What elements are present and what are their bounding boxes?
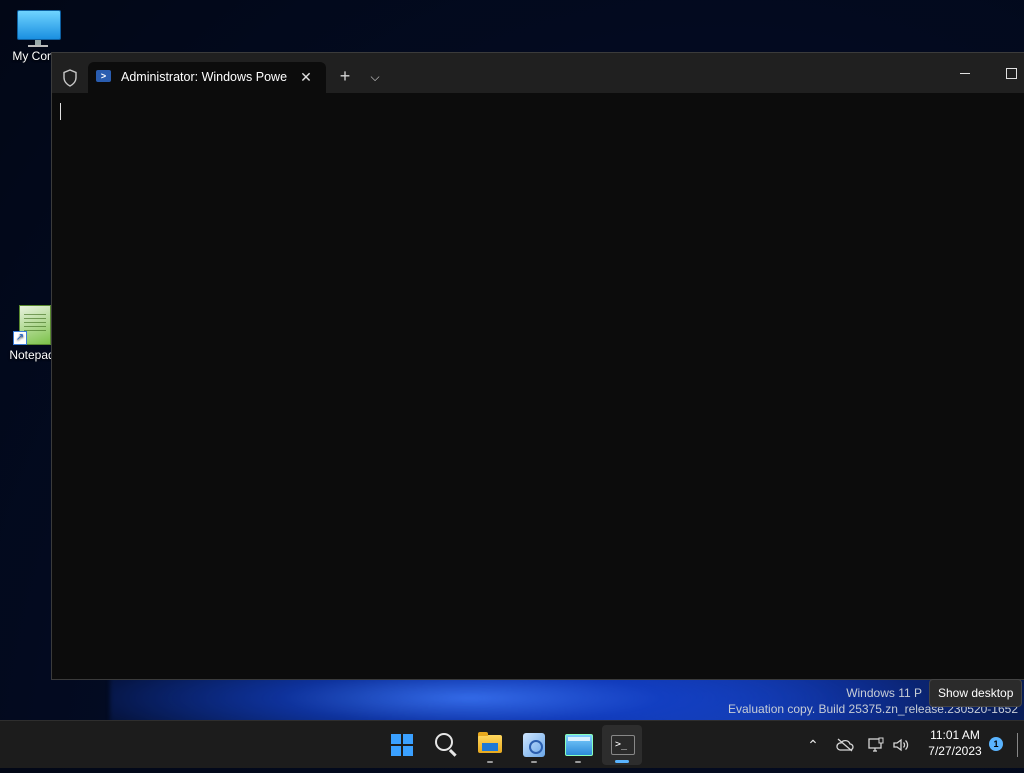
powershell-icon: > — [96, 70, 111, 82]
clock-date: 7/27/2023 — [928, 744, 982, 758]
volume-icon[interactable] — [891, 721, 911, 769]
folder-icon — [478, 732, 502, 753]
taskbar: >_ ⌃ 11:01 AM 7/27/2023 1 — [0, 720, 1024, 768]
search-icon — [435, 733, 453, 751]
notepad-icon: ↗ — [13, 305, 51, 345]
monitor-icon — [17, 10, 61, 47]
start-button[interactable] — [382, 725, 422, 765]
show-desktop-button[interactable] — [1017, 733, 1018, 757]
shortcut-arrow-icon: ↗ — [13, 331, 27, 345]
clock-time: 11:01 AM — [930, 728, 980, 742]
terminal-window[interactable]: > Administrator: Windows Powe ✕ + ⌵ — [51, 52, 1024, 680]
windows-logo-icon — [391, 734, 413, 756]
show-hidden-icons-button[interactable]: ⌃ — [803, 721, 823, 769]
title-bar[interactable]: > Administrator: Windows Powe ✕ + ⌵ — [52, 53, 1024, 93]
new-tab-button[interactable]: + — [335, 66, 355, 86]
control-panel-button[interactable] — [514, 725, 554, 765]
tab-title: Administrator: Windows Powe — [121, 70, 287, 84]
shield-icon — [62, 69, 78, 87]
tab-close-button[interactable]: ✕ — [296, 68, 316, 86]
running-indicator — [487, 761, 493, 763]
running-indicator — [575, 761, 581, 763]
terminal-icon: >_ — [611, 735, 635, 755]
maximize-button[interactable] — [996, 61, 1024, 85]
clock[interactable]: 11:01 AM 7/27/2023 — [918, 727, 992, 759]
search-button[interactable] — [426, 725, 466, 765]
active-indicator — [615, 760, 629, 763]
tab-dropdown-button[interactable]: ⌵ — [365, 67, 385, 87]
minimize-button[interactable] — [950, 61, 980, 85]
network-icon[interactable] — [866, 721, 886, 769]
notification-badge[interactable]: 1 — [989, 737, 1003, 751]
terminal-button[interactable]: >_ — [602, 725, 642, 765]
running-indicator — [531, 761, 537, 763]
tab-powershell[interactable]: > Administrator: Windows Powe ✕ — [88, 62, 326, 93]
show-desktop-tooltip: Show desktop — [929, 679, 1023, 707]
remote-desktop-icon — [565, 734, 593, 756]
text-cursor — [60, 103, 61, 120]
onedrive-icon[interactable] — [835, 721, 855, 769]
control-panel-icon — [523, 733, 545, 757]
remote-desktop-button[interactable] — [558, 725, 598, 765]
file-explorer-button[interactable] — [470, 725, 510, 765]
